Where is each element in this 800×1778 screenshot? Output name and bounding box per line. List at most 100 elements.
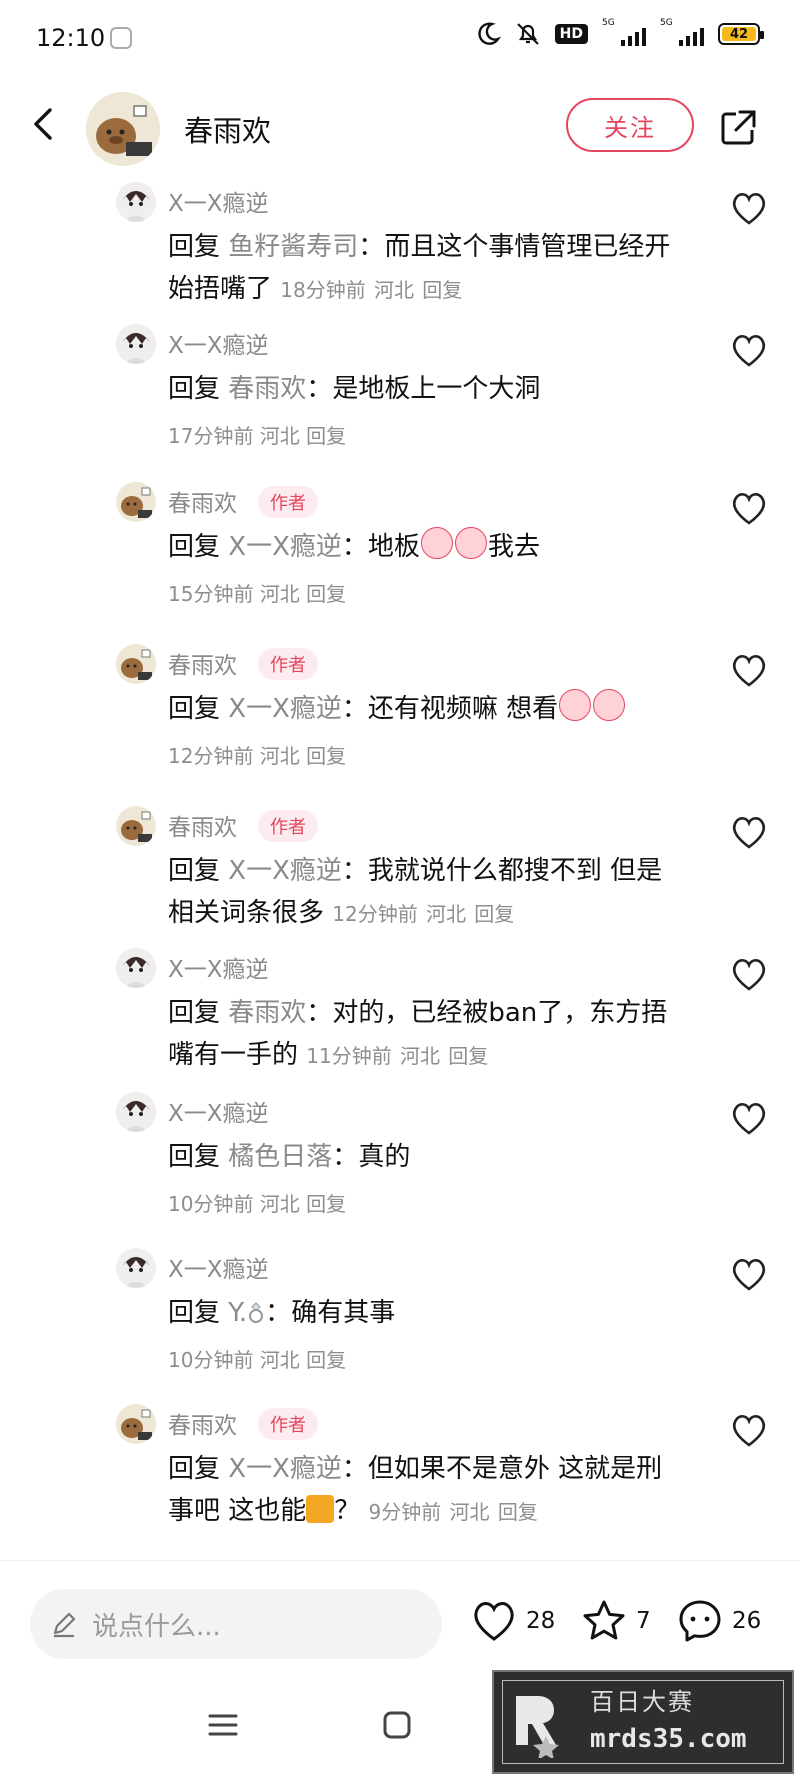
reply-link[interactable]: 回复	[306, 744, 346, 768]
user-avatar[interactable]	[116, 1092, 156, 1132]
comment-location: 河北	[259, 1192, 300, 1216]
comment-text: 回复 橘色日落：真的	[168, 1142, 411, 1172]
comment-text: 回复 X一X瘾逆：但如果不是意外 这就是刑事吧 这也能？ 9分钟前 河北 回复	[168, 1454, 663, 1526]
bottom-action-bar: 说点什么... 28 7 26	[0, 1560, 800, 1681]
comment-button[interactable]: 26	[676, 1597, 761, 1645]
comment-time: 9分钟前	[368, 1500, 442, 1524]
comment-username[interactable]: X一X瘾逆	[168, 950, 269, 984]
mute-bell-icon	[515, 21, 541, 47]
comment-meta: 15分钟前 河北 回复	[168, 578, 346, 607]
heart-icon[interactable]	[730, 814, 768, 850]
reply-to-user[interactable]: 春雨欢	[228, 998, 306, 1028]
reply-link[interactable]: 回复	[306, 1192, 346, 1216]
heart-icon[interactable]	[730, 332, 768, 368]
reply-link[interactable]: 回复	[306, 582, 346, 606]
header: 春雨欢 关注	[0, 80, 800, 170]
comment-time: 12分钟前	[332, 902, 418, 926]
star-icon	[583, 1600, 625, 1640]
reply-to-user[interactable]: 橘色日落	[228, 1142, 332, 1172]
comment-input[interactable]: 说点什么...	[30, 1589, 442, 1659]
comment-text: 回复 X一X瘾逆：还有视频嘛 想看	[168, 688, 688, 730]
comment-time: 15分钟前	[168, 582, 254, 606]
reply-to-user[interactable]: X一X瘾逆	[228, 856, 342, 886]
user-avatar[interactable]	[116, 644, 156, 684]
wu-emoji-icon	[306, 1495, 335, 1523]
user-avatar[interactable]	[116, 806, 156, 846]
like-button[interactable]: 28	[470, 1597, 555, 1645]
comment-bubble-icon	[679, 1600, 721, 1642]
heart-icon[interactable]	[730, 190, 768, 226]
reply-link[interactable]: 回复	[306, 424, 346, 448]
signal-icon: 5G	[602, 18, 646, 48]
comment-username[interactable]: 春雨欢	[168, 484, 237, 518]
status-bar: 12:10 HD 5G 5G 42	[0, 0, 800, 80]
reply-link[interactable]: 回复	[422, 278, 462, 302]
status-time: 12:10	[36, 24, 106, 52]
comment-username[interactable]: X一X瘾逆	[168, 326, 269, 360]
scream-emoji-icon	[454, 527, 487, 559]
comment-username[interactable]: 春雨欢	[168, 1406, 237, 1440]
comment-time: 10分钟前	[168, 1348, 254, 1372]
comment-location: 河北	[400, 1044, 440, 1068]
heart-icon[interactable]	[730, 1100, 768, 1136]
like-count: 28	[526, 1608, 556, 1634]
author-badge: 作者	[258, 486, 318, 518]
reply-to-user[interactable]: 春雨欢	[228, 374, 306, 404]
user-avatar[interactable]	[116, 482, 156, 522]
app-notification-icon	[110, 27, 132, 49]
comment-location: 河北	[259, 582, 300, 606]
user-avatar[interactable]	[116, 324, 156, 364]
signal-icon-2: 5G	[660, 18, 704, 48]
comment-text: 回复 X一X瘾逆：地板 我去	[168, 526, 688, 568]
reply-to-user[interactable]: X一X瘾逆	[228, 1454, 342, 1484]
author-badge: 作者	[258, 648, 318, 680]
user-avatar[interactable]	[116, 948, 156, 988]
back-arrow-icon[interactable]	[26, 106, 62, 142]
reply-link[interactable]: 回复	[448, 1044, 488, 1068]
scream-emoji-icon	[559, 689, 592, 721]
hd-badge: HD	[554, 24, 588, 44]
author-avatar[interactable]	[86, 92, 160, 166]
home-square-icon[interactable]	[380, 1708, 414, 1742]
user-avatar[interactable]	[116, 1248, 156, 1288]
follow-button[interactable]: 关注	[566, 98, 694, 152]
battery-icon: 42	[718, 23, 764, 45]
scream-emoji-icon	[593, 689, 626, 721]
comment-time: 11分钟前	[306, 1044, 392, 1068]
heart-icon[interactable]	[730, 490, 768, 526]
heart-icon[interactable]	[730, 652, 768, 688]
heart-icon[interactable]	[730, 1256, 768, 1292]
user-avatar[interactable]	[116, 1404, 156, 1444]
reply-to-user[interactable]: X一X瘾逆	[228, 694, 342, 724]
reply-link[interactable]: 回复	[474, 902, 514, 926]
reply-to-user[interactable]: 鱼籽酱寿司	[228, 232, 358, 262]
user-avatar[interactable]	[116, 182, 156, 222]
author-badge: 作者	[258, 810, 318, 842]
comment-input-placeholder: 说点什么...	[92, 1611, 221, 1642]
comment-username[interactable]: X一X瘾逆	[168, 1250, 269, 1284]
reply-link[interactable]: 回复	[498, 1500, 538, 1524]
comment-username[interactable]: 春雨欢	[168, 646, 237, 680]
reply-to-user[interactable]: Y.	[228, 1298, 247, 1328]
reply-to-user[interactable]: X一X瘾逆	[228, 532, 342, 562]
moon-icon	[475, 21, 501, 47]
comment-username[interactable]: 春雨欢	[168, 808, 237, 842]
favorite-count: 7	[636, 1608, 651, 1634]
comment-time: 18分钟前	[280, 278, 366, 302]
reply-link[interactable]: 回复	[306, 1348, 346, 1372]
comment-username[interactable]: X一X瘾逆	[168, 1094, 269, 1128]
comment-text: 回复 Y. ：确有其事	[168, 1292, 688, 1334]
comment-meta: 10分钟前 河北 回复	[168, 1344, 346, 1373]
author-name[interactable]: 春雨欢	[184, 108, 271, 150]
heart-icon[interactable]	[730, 956, 768, 992]
comment-meta: 12分钟前 河北 回复	[168, 740, 346, 769]
comment-location: 河北	[374, 278, 414, 302]
menu-icon[interactable]	[206, 1708, 240, 1742]
favorite-button[interactable]: 7	[580, 1597, 651, 1645]
comment-time: 12分钟前	[168, 744, 254, 768]
share-icon[interactable]	[718, 108, 758, 148]
watermark: 百日大赛 mrds35.com	[492, 1670, 794, 1774]
comment-time: 17分钟前	[168, 424, 254, 448]
comment-username[interactable]: X一X瘾逆	[168, 184, 269, 218]
heart-icon[interactable]	[730, 1412, 768, 1448]
